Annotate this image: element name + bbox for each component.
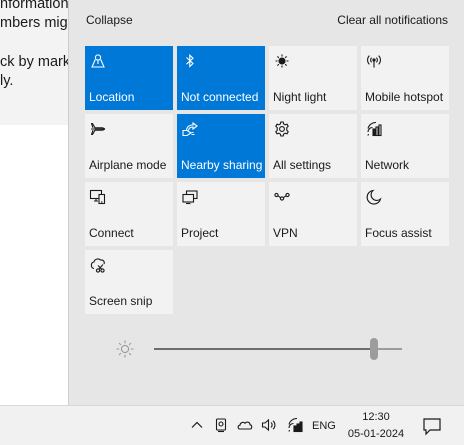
taskbar-clock[interactable]: 12:30 05-01-2024 [346, 410, 406, 442]
tile-connect[interactable]: Connect [85, 182, 173, 246]
screen-snip-icon [89, 256, 107, 274]
background-text-line: nformation [0, 0, 68, 12]
tile-mobile-hotspot[interactable]: Mobile hotspot [361, 46, 449, 110]
location-icon [89, 52, 107, 70]
airplane-icon [89, 120, 107, 138]
tile-night-light[interactable]: Night light [269, 46, 357, 110]
hotspot-icon [365, 52, 383, 70]
taskbar: ENG 12:30 05-01-2024 [0, 405, 464, 445]
action-center-panel: Collapse Clear all notifications Locatio… [68, 0, 464, 405]
background-text-line: mbers mig [0, 15, 68, 31]
meet-now-icon[interactable] [212, 416, 230, 434]
connect-icon [89, 188, 107, 206]
vpn-icon [273, 188, 291, 206]
quick-actions-grid: Location Not connected Night light Mobil… [85, 46, 449, 314]
tile-network[interactable]: Network [361, 114, 449, 178]
tile-screen-snip[interactable]: Screen snip [85, 250, 173, 314]
network-icon [365, 120, 383, 138]
tile-airplane-mode[interactable]: Airplane mode [85, 114, 173, 178]
background-window: nformation mbers mig ck by mark ly. [0, 0, 68, 405]
tile-vpn[interactable]: VPN [269, 182, 357, 246]
tile-label: Focus assist [365, 226, 432, 240]
tile-label: Screen snip [89, 294, 153, 308]
moon-icon [365, 188, 383, 206]
tile-label: Airplane mode [89, 158, 167, 172]
bluetooth-icon [181, 52, 199, 70]
tile-label: Location [89, 90, 135, 104]
network-status-icon[interactable] [286, 416, 304, 434]
brightness-icon [114, 338, 136, 360]
tile-nearby-sharing[interactable]: Nearby sharing [177, 114, 265, 178]
tile-all-settings[interactable]: All settings [269, 114, 357, 178]
panel-header: Collapse Clear all notifications [69, 0, 464, 40]
gear-icon [273, 120, 291, 138]
tile-label: Mobile hotspot [365, 90, 444, 104]
tile-project[interactable]: Project [177, 182, 265, 246]
clear-all-notifications-link[interactable]: Clear all notifications [337, 13, 448, 27]
sun-icon [273, 52, 291, 70]
background-text-line: ck by mark [0, 54, 68, 70]
tile-label: VPN [273, 226, 298, 240]
project-icon [181, 188, 199, 206]
collapse-link[interactable]: Collapse [86, 13, 133, 27]
show-hidden-icons-chevron-up-icon[interactable] [188, 416, 206, 434]
tile-label: Night light [273, 90, 327, 104]
input-language-indicator[interactable]: ENG [312, 420, 336, 432]
brightness-control [114, 336, 414, 362]
background-text-line: ly. [0, 73, 14, 89]
tile-label: All settings [273, 158, 332, 172]
share-icon [181, 120, 199, 138]
action-center-notifications-icon[interactable] [418, 414, 446, 438]
tile-label: Not connected [181, 90, 259, 104]
tile-focus-assist[interactable]: Focus assist [361, 182, 449, 246]
onedrive-cloud-icon[interactable] [236, 416, 254, 434]
tile-location[interactable]: Location [85, 46, 173, 110]
brightness-slider-fill [154, 348, 370, 350]
clock-time: 12:30 [362, 411, 390, 423]
clock-date: 05-01-2024 [347, 428, 405, 440]
tile-label: Project [181, 226, 219, 240]
brightness-slider-thumb[interactable] [370, 338, 378, 360]
tile-label: Nearby sharing [181, 158, 263, 172]
tile-label: Connect [89, 226, 134, 240]
background-text-area: nformation mbers mig ck by mark ly. [0, 0, 68, 125]
tile-label: Network [365, 158, 410, 172]
tile-bluetooth[interactable]: Not connected [177, 46, 265, 110]
volume-speaker-icon[interactable] [260, 416, 278, 434]
